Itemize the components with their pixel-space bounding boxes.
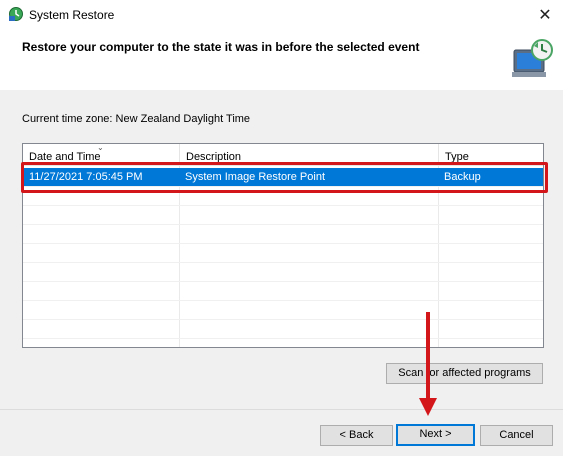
- footer-divider: [0, 409, 563, 410]
- close-button[interactable]: ✕: [527, 0, 563, 30]
- empty-row: [23, 301, 543, 320]
- empty-row: [23, 225, 543, 244]
- sort-arrow-icon: ⌄: [97, 143, 104, 152]
- timezone-label: Current time zone: New Zealand Daylight …: [22, 113, 251, 125]
- empty-row: [23, 263, 543, 282]
- wizard-header: Restore your computer to the state it wa…: [0, 30, 563, 90]
- close-icon: ✕: [538, 7, 552, 24]
- empty-row: [23, 320, 543, 339]
- scan-affected-programs-button[interactable]: Scan for affected programs: [386, 363, 543, 384]
- next-button-label: Next >: [419, 428, 452, 440]
- next-button[interactable]: Next >: [396, 424, 475, 446]
- system-restore-icon: [8, 6, 24, 22]
- empty-row: [23, 206, 543, 225]
- back-button[interactable]: < Back: [320, 425, 393, 446]
- window-title: System Restore: [29, 8, 115, 22]
- page-title: Restore your computer to the state it wa…: [22, 40, 420, 54]
- empty-row: [23, 282, 543, 301]
- scan-button-label: Scan for affected programs: [398, 367, 531, 379]
- cancel-button[interactable]: Cancel: [480, 425, 553, 446]
- empty-row: [23, 244, 543, 263]
- annotation-arrow-icon: [419, 398, 437, 416]
- cancel-button-label: Cancel: [499, 429, 534, 441]
- monitor-restore-icon: [508, 36, 556, 82]
- title-bar: System Restore ✕: [0, 0, 563, 30]
- annotation-arrow-shaft: [426, 312, 430, 402]
- selection-highlight-annotation: [21, 162, 548, 193]
- back-button-label: < Back: [339, 429, 374, 441]
